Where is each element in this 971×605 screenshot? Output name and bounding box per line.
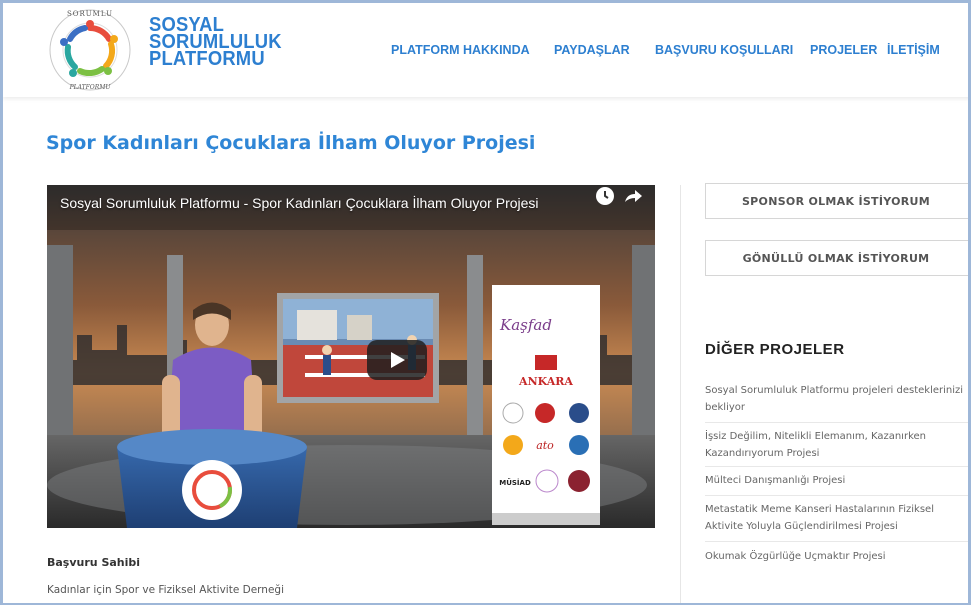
nav-stakeholders[interactable]: PAYDAŞLAR [554, 43, 630, 57]
video-title[interactable]: Sosyal Sorumluluk Platformu - Spor Kadın… [60, 195, 539, 211]
project-link-qualified-employee[interactable]: İşsiz Değilim, Nitelikli Elemanım, Kazan… [705, 423, 971, 467]
nav-platform-about[interactable]: PLATFORM HAKKINDA [391, 43, 530, 57]
nav-contact[interactable]: İLETİŞİM [887, 43, 940, 57]
other-projects-heading: DİĞER PROJELER [705, 341, 845, 358]
project-line: Okumak Özgürlüğe Uçmaktır Projesi [705, 551, 886, 562]
project-link-refugee-counseling[interactable]: Mülteci Danışmanlığı Projesi [705, 467, 971, 496]
sidebar-divider [680, 185, 681, 605]
banner-ankara-text: ANKARA [518, 375, 573, 388]
applicant-value: Kadınlar için Spor ve Fiziksel Aktivite … [47, 584, 285, 596]
nav-application-terms[interactable]: BAŞVURU KOŞULLARI [655, 43, 793, 57]
share-icon[interactable] [622, 185, 644, 207]
project-line: bekliyor [705, 402, 745, 413]
video-player[interactable]: Kaşfad ANKARA ato MÜSİAD Sosyal Sorumlul… [47, 185, 655, 528]
applicant-label: Başvuru Sahibi [47, 556, 141, 569]
other-projects-list: Sosyal Sorumluluk Platformu projeleri de… [705, 377, 971, 572]
banner-ato-text: ato [536, 439, 554, 452]
project-line: Sosyal Sorumluluk Platformu projeleri de… [705, 385, 964, 396]
video-thumbnail: Kaşfad ANKARA ato MÜSİAD [47, 185, 655, 528]
project-link-reading-freedom[interactable]: Okumak Özgürlüğe Uçmaktır Projesi [705, 542, 971, 572]
nav-projects[interactable]: PROJELER [810, 43, 877, 57]
project-line: Aktivite Yoluyla Güçlendirilmesi Projesi [705, 521, 898, 532]
project-line: İşsiz Değilim, Nitelikli Elemanım, Kazan… [705, 431, 926, 442]
volunteer-button[interactable]: GÖNÜLLÜ OLMAK İSTİYORUM [705, 240, 971, 276]
svg-text:PLATFORMU: PLATFORMU [69, 84, 112, 91]
project-link-support[interactable]: Sosyal Sorumluluk Platformu projeleri de… [705, 377, 971, 423]
brand-line-3: PLATFORMU [149, 48, 265, 70]
project-line: Kazandırıyorum Projesi [705, 448, 820, 459]
svg-text:SORUMLU: SORUMLU [67, 10, 113, 18]
project-link-breast-cancer[interactable]: Metastatik Meme Kanseri Hastalarının Fiz… [705, 496, 971, 542]
project-line: Metastatik Meme Kanseri Hastalarının Fiz… [705, 504, 934, 515]
sponsor-button[interactable]: SPONSOR OLMAK İSTİYORUM [705, 183, 971, 219]
brand-name[interactable]: SOSYAL SORUMLULUK PLATFORMU [149, 15, 282, 70]
play-icon[interactable] [367, 340, 427, 380]
clock-icon[interactable] [594, 185, 616, 207]
page-title: Spor Kadınları Çocuklara İlham Oluyor Pr… [46, 132, 536, 154]
platform-logo[interactable]: SORUMLU PLATFORMU [46, 7, 134, 93]
project-line: Mülteci Danışmanlığı Projesi [705, 475, 846, 486]
banner-kasfad-text: Kaşfad [499, 316, 552, 334]
banner-musiad-text: MÜSİAD [499, 478, 531, 487]
site-header: SORUMLU PLATFORMU SOSYAL SORUMLULUK PLAT… [3, 3, 971, 97]
